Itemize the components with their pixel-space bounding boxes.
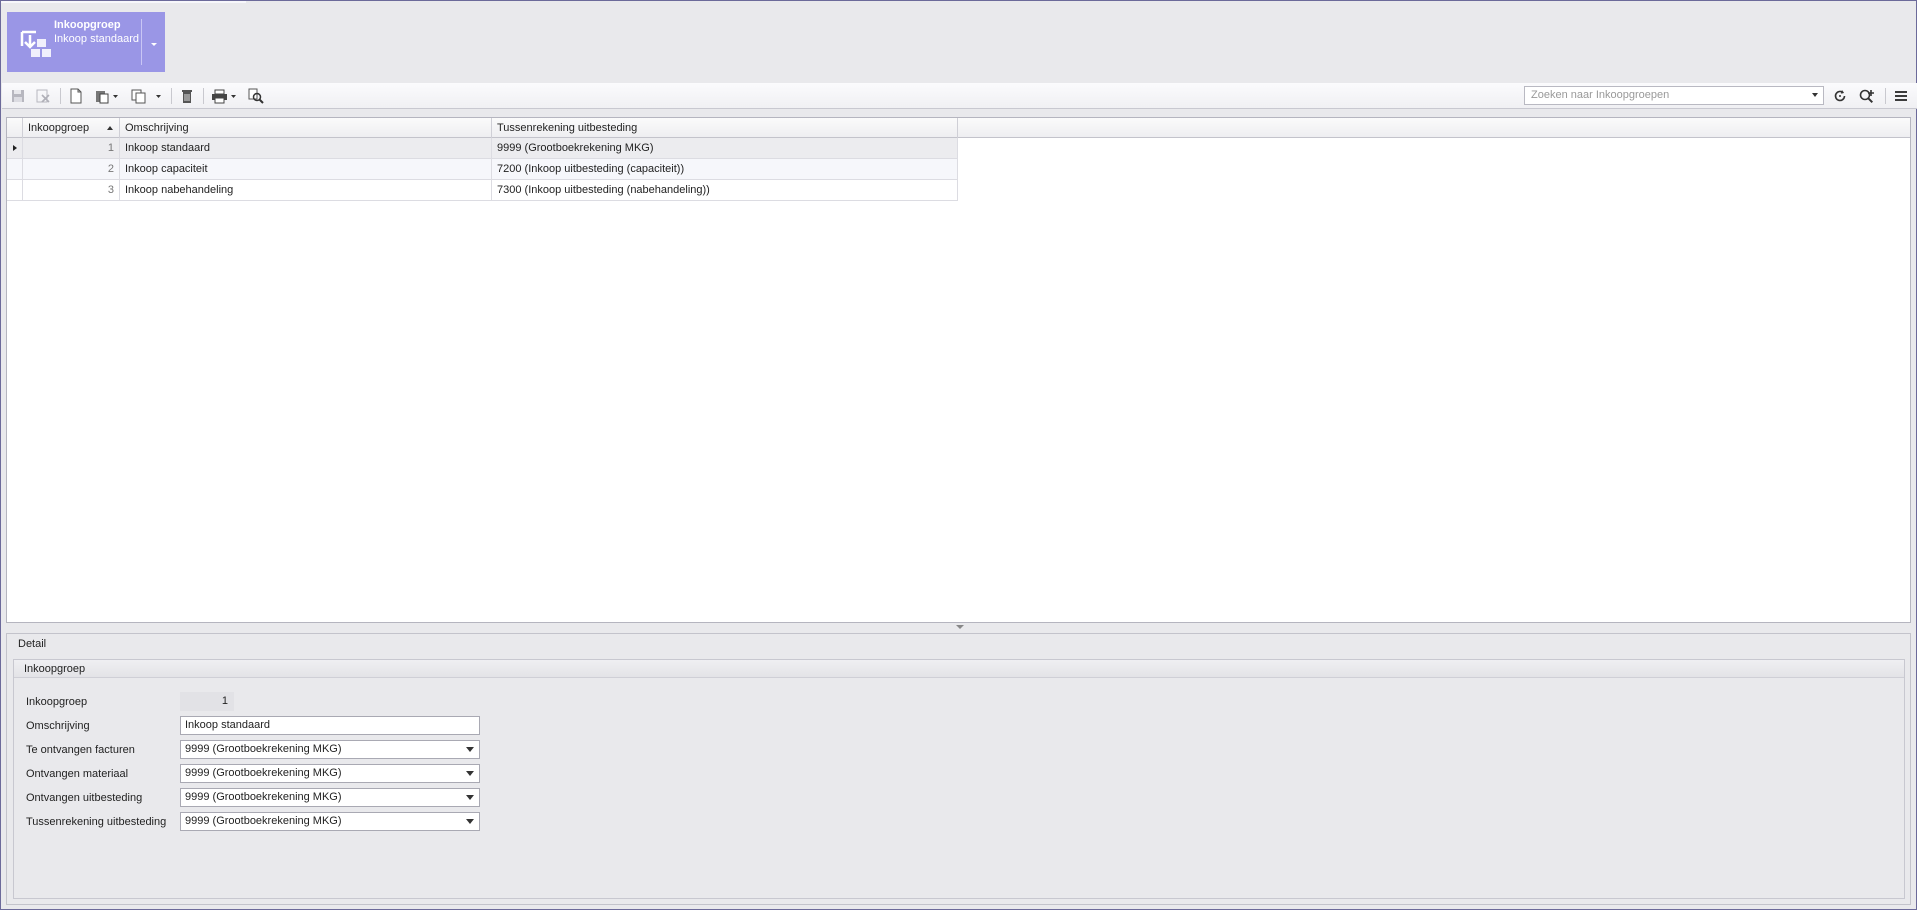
cell-inkoopgroep[interactable]: 2 [23, 159, 120, 180]
detail-group: Inkoopgroep Inkoopgroep 1 Omschrijving I… [13, 659, 1905, 899]
cell-inkoopgroep[interactable]: 1 [23, 138, 120, 159]
chevron-down-icon[interactable] [1812, 93, 1818, 97]
ontvangen-materiaal-select[interactable]: 9999 (Grootboekrekening MKG) [180, 764, 480, 783]
column-header-label: Inkoopgroep [28, 122, 90, 134]
toolbar-separator [1885, 88, 1886, 104]
top-highlight [1, 1, 246, 3]
field-label: Te ontvangen facturen [26, 744, 135, 756]
column-header-omschrijving[interactable]: Omschrijving [120, 118, 492, 138]
chevron-down-icon[interactable] [466, 795, 474, 800]
cell-omschrijving[interactable]: Inkoop nabehandeling [120, 180, 492, 201]
discard-icon[interactable] [35, 87, 51, 105]
cell-tussenrekening[interactable]: 7200 (Inkoop uitbesteding (capaciteit)) [492, 159, 958, 180]
field-label: Ontvangen materiaal [26, 768, 129, 780]
cell-omschrijving[interactable]: Inkoop capaciteit [120, 159, 492, 180]
table-row[interactable]: 1 Inkoop standaard 9999 (Grootboekrekeni… [7, 138, 958, 159]
cell-inkoopgroep[interactable]: 3 [23, 180, 120, 201]
chevron-down-icon[interactable] [466, 747, 474, 752]
row-selector[interactable] [7, 180, 23, 201]
current-row-icon [13, 145, 17, 151]
tile-divider [141, 19, 142, 65]
application-window: Inkoopgroep Inkoop standaard Zoeken naar… [0, 0, 1917, 910]
splitter-collapse-icon[interactable] [956, 625, 964, 629]
toolbar: Zoeken naar Inkoopgroepen [2, 83, 1917, 109]
purchase-group-grid: Inkoopgroep Omschrijving Tussenrekening … [6, 117, 1911, 623]
table-row[interactable]: 2 Inkoop capaciteit 7200 (Inkoop uitbest… [7, 159, 958, 180]
column-header-label: Omschrijving [125, 122, 189, 134]
toolbar-separator [203, 88, 204, 104]
chevron-down-icon[interactable] [466, 771, 474, 776]
cell-tussenrekening[interactable]: 7300 (Inkoop uitbesteding (nabehandeling… [492, 180, 958, 201]
row-selector[interactable] [7, 138, 23, 159]
zoom-add-icon[interactable] [1858, 87, 1876, 105]
field-label: Tussenrekening uitbesteding [26, 816, 167, 828]
toolbar-separator [171, 88, 172, 104]
field-label: Ontvangen uitbesteding [26, 792, 143, 804]
delete-icon[interactable] [179, 87, 195, 105]
te-ontvangen-facturen-select[interactable]: 9999 (Grootboekrekening MKG) [180, 740, 480, 759]
sort-ascending-icon [107, 126, 113, 130]
search-input[interactable]: Zoeken naar Inkoopgroepen [1524, 86, 1824, 105]
cell-tussenrekening[interactable]: 9999 (Grootboekrekening MKG) [492, 138, 958, 159]
copy-icon[interactable] [130, 87, 166, 105]
field-label: Inkoopgroep [26, 696, 88, 708]
column-header-inkoopgroep[interactable]: Inkoopgroep [23, 118, 120, 138]
select-value: 9999 (Grootboekrekening MKG) [185, 767, 342, 779]
group-header: Inkoopgroep [14, 660, 1904, 678]
row-selector[interactable] [7, 159, 23, 180]
tussenrekening-uitbesteding-select[interactable]: 9999 (Grootboekrekening MKG) [180, 812, 480, 831]
grid-header: Inkoopgroep Omschrijving Tussenrekening … [7, 118, 1910, 138]
detail-panel: Detail Inkoopgroep Inkoopgroep 1 Omschri… [6, 633, 1911, 905]
new-icon[interactable] [68, 87, 84, 105]
module-subtitle: Inkoop standaard [54, 33, 140, 45]
toolbar-separator [60, 88, 61, 104]
paste-icon[interactable] [94, 87, 120, 105]
purchase-group-icon [20, 30, 51, 57]
ontvangen-uitbesteding-select[interactable]: 9999 (Grootboekrekening MKG) [180, 788, 480, 807]
field-label: Omschrijving [26, 720, 90, 732]
column-header-label: Tussenrekening uitbesteding [497, 122, 638, 134]
print-icon[interactable] [211, 87, 239, 105]
table-row[interactable]: 3 Inkoop nabehandeling 7300 (Inkoop uitb… [7, 180, 958, 201]
inkoopgroep-field: 1 [180, 692, 234, 711]
select-value: 9999 (Grootboekrekening MKG) [185, 743, 342, 755]
column-header-tussenrekening[interactable]: Tussenrekening uitbesteding [492, 118, 958, 138]
save-icon[interactable] [10, 87, 26, 105]
chevron-down-icon[interactable] [466, 819, 474, 824]
select-value: 9999 (Grootboekrekening MKG) [185, 791, 342, 803]
detail-title: Detail [18, 638, 47, 650]
row-selector-header [7, 118, 23, 138]
refresh-icon[interactable] [1832, 87, 1848, 105]
cell-omschrijving[interactable]: Inkoop standaard [120, 138, 492, 159]
menu-icon[interactable] [1893, 87, 1909, 105]
module-title: Inkoopgroep [54, 19, 121, 31]
module-tile[interactable]: Inkoopgroep Inkoop standaard [7, 12, 165, 72]
chevron-down-icon[interactable] [147, 38, 161, 50]
preview-icon[interactable] [247, 87, 265, 105]
search-placeholder: Zoeken naar Inkoopgroepen [1531, 89, 1670, 101]
select-value: 9999 (Grootboekrekening MKG) [185, 815, 342, 827]
omschrijving-input[interactable]: Inkoop standaard [180, 716, 480, 735]
